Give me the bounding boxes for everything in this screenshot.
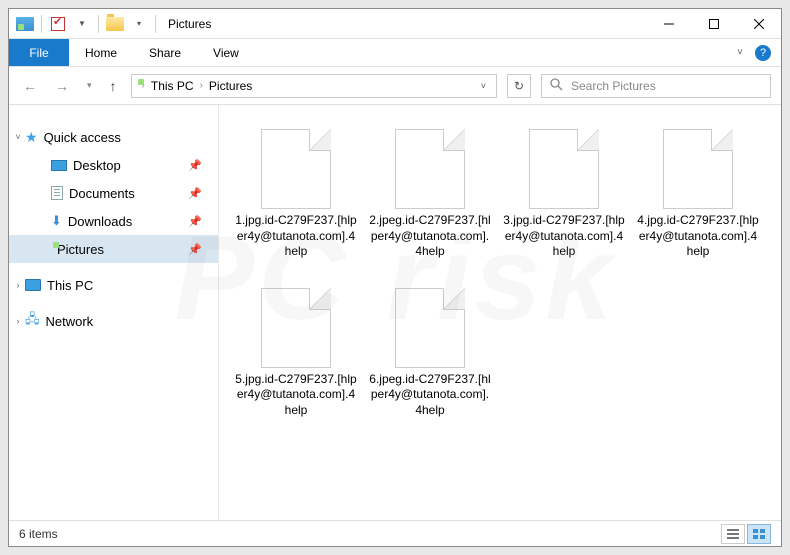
file-name: 6.jpeg.id-C279F237.[hlper4y@tutanota.com… xyxy=(369,372,491,419)
file-item[interactable]: 5.jpg.id-C279F237.[hlper4y@tutanota.com]… xyxy=(231,284,361,423)
file-icon xyxy=(261,129,331,209)
separator xyxy=(98,15,99,33)
sidebar-item-label: This PC xyxy=(47,278,93,293)
file-name: 5.jpg.id-C279F237.[hlper4y@tutanota.com]… xyxy=(235,372,357,419)
tab-share[interactable]: Share xyxy=(133,39,197,66)
qat-customize-icon[interactable]: ▾ xyxy=(129,14,149,34)
file-tab[interactable]: File xyxy=(9,39,69,66)
separator xyxy=(155,15,156,33)
address-bar[interactable]: › This PC › Pictures ˅ xyxy=(131,74,497,98)
qat-properties-icon[interactable] xyxy=(48,14,68,34)
separator xyxy=(41,15,42,33)
close-button[interactable] xyxy=(736,9,781,39)
file-grid: 1.jpg.id-C279F237.[hlper4y@tutanota.com]… xyxy=(229,125,771,443)
file-name: 1.jpg.id-C279F237.[hlper4y@tutanota.com]… xyxy=(235,213,357,260)
sidebar-item-documents[interactable]: Documents 📌 xyxy=(9,179,218,207)
thumbnails-view-button[interactable] xyxy=(747,524,771,544)
file-icon xyxy=(529,129,599,209)
up-button[interactable]: ↑ xyxy=(106,78,121,94)
sidebar-item-label: Documents xyxy=(69,186,135,201)
address-dropdown-icon[interactable]: ˅ xyxy=(475,81,492,91)
details-view-button[interactable] xyxy=(721,524,745,544)
file-content-area[interactable]: 1.jpg.id-C279F237.[hlper4y@tutanota.com]… xyxy=(219,105,781,520)
refresh-button[interactable]: ↻ xyxy=(507,74,531,98)
sidebar-item-network[interactable]: › 🖧 Network xyxy=(9,307,218,335)
titlebar: ▼ ▾ Pictures xyxy=(9,9,781,39)
file-icon xyxy=(261,288,331,368)
file-item[interactable]: 3.jpg.id-C279F237.[hlper4y@tutanota.com]… xyxy=(499,125,629,264)
file-name: 2.jpeg.id-C279F237.[hlper4y@tutanota.com… xyxy=(369,213,491,260)
sidebar-item-pictures[interactable]: Pictures 📌 xyxy=(9,235,218,263)
chevron-right-icon[interactable]: › xyxy=(13,316,23,326)
breadcrumb[interactable]: This PC xyxy=(151,79,194,93)
star-icon: ★ xyxy=(25,129,38,146)
file-item[interactable]: 6.jpeg.id-C279F237.[hlper4y@tutanota.com… xyxy=(365,284,495,423)
search-icon xyxy=(550,78,563,94)
sidebar-item-desktop[interactable]: Desktop 📌 xyxy=(9,151,218,179)
qat-dropdown-icon[interactable]: ▼ xyxy=(72,14,92,34)
file-item[interactable]: 1.jpg.id-C279F237.[hlper4y@tutanota.com]… xyxy=(231,125,361,264)
file-icon xyxy=(663,129,733,209)
pin-icon: 📌 xyxy=(188,243,202,256)
this-pc-icon xyxy=(25,279,41,291)
chevron-right-icon[interactable]: › xyxy=(200,80,203,91)
documents-icon xyxy=(51,186,63,200)
item-count: 6 items xyxy=(19,527,58,541)
sidebar-item-this-pc[interactable]: › This PC xyxy=(9,271,218,299)
file-name: 4.jpg.id-C279F237.[hlper4y@tutanota.com]… xyxy=(637,213,759,260)
help-icon[interactable]: ? xyxy=(755,45,771,61)
chevron-down-icon[interactable]: ˅ xyxy=(13,132,23,142)
folder-icon xyxy=(105,14,125,34)
back-button[interactable]: ← xyxy=(19,78,41,94)
downloads-icon: ⬇ xyxy=(51,213,62,229)
file-name: 3.jpg.id-C279F237.[hlper4y@tutanota.com]… xyxy=(503,213,625,260)
sidebar-item-label: Downloads xyxy=(68,214,132,229)
chevron-right-icon[interactable]: › xyxy=(13,280,23,290)
sidebar-item-downloads[interactable]: ⬇ Downloads 📌 xyxy=(9,207,218,235)
tab-view[interactable]: View xyxy=(197,39,255,66)
desktop-icon xyxy=(51,160,67,171)
expand-ribbon-icon[interactable]: ˅ xyxy=(737,47,743,58)
sidebar-item-label: Quick access xyxy=(44,130,121,145)
pin-icon: 📌 xyxy=(188,215,202,228)
body: ˅ ★ Quick access Desktop 📌 Documents 📌 ⬇… xyxy=(9,105,781,520)
search-input[interactable]: Search Pictures xyxy=(541,74,771,98)
app-icon xyxy=(15,14,35,34)
sidebar-item-label: Pictures xyxy=(57,242,104,257)
recent-dropdown-icon[interactable]: ▾ xyxy=(83,80,96,91)
navigation-pane: ˅ ★ Quick access Desktop 📌 Documents 📌 ⬇… xyxy=(9,105,219,520)
sidebar-item-label: Desktop xyxy=(73,158,121,173)
breadcrumb[interactable]: Pictures xyxy=(209,79,252,93)
pin-icon: 📌 xyxy=(188,187,202,200)
tab-home[interactable]: Home xyxy=(69,39,133,66)
pin-icon: 📌 xyxy=(188,159,202,172)
window-title: Pictures xyxy=(168,17,211,31)
maximize-button[interactable] xyxy=(691,9,736,39)
ribbon: File Home Share View ˅ ? xyxy=(9,39,781,67)
minimize-button[interactable] xyxy=(646,9,691,39)
status-bar: 6 items xyxy=(9,520,781,546)
file-item[interactable]: 4.jpg.id-C279F237.[hlper4y@tutanota.com]… xyxy=(633,125,763,264)
address-bar-row: ← → ▾ ↑ › This PC › Pictures ˅ ↻ Search … xyxy=(9,67,781,105)
forward-button[interactable]: → xyxy=(51,78,73,94)
network-icon: 🖧 xyxy=(25,310,40,332)
search-placeholder: Search Pictures xyxy=(571,79,656,93)
file-icon xyxy=(395,288,465,368)
explorer-window: ▼ ▾ Pictures File Home Share View ˅ ? ← … xyxy=(8,8,782,547)
sidebar-item-label: Network xyxy=(46,314,94,329)
file-item[interactable]: 2.jpeg.id-C279F237.[hlper4y@tutanota.com… xyxy=(365,125,495,264)
sidebar-item-quick-access[interactable]: ˅ ★ Quick access xyxy=(9,123,218,151)
file-icon xyxy=(395,129,465,209)
